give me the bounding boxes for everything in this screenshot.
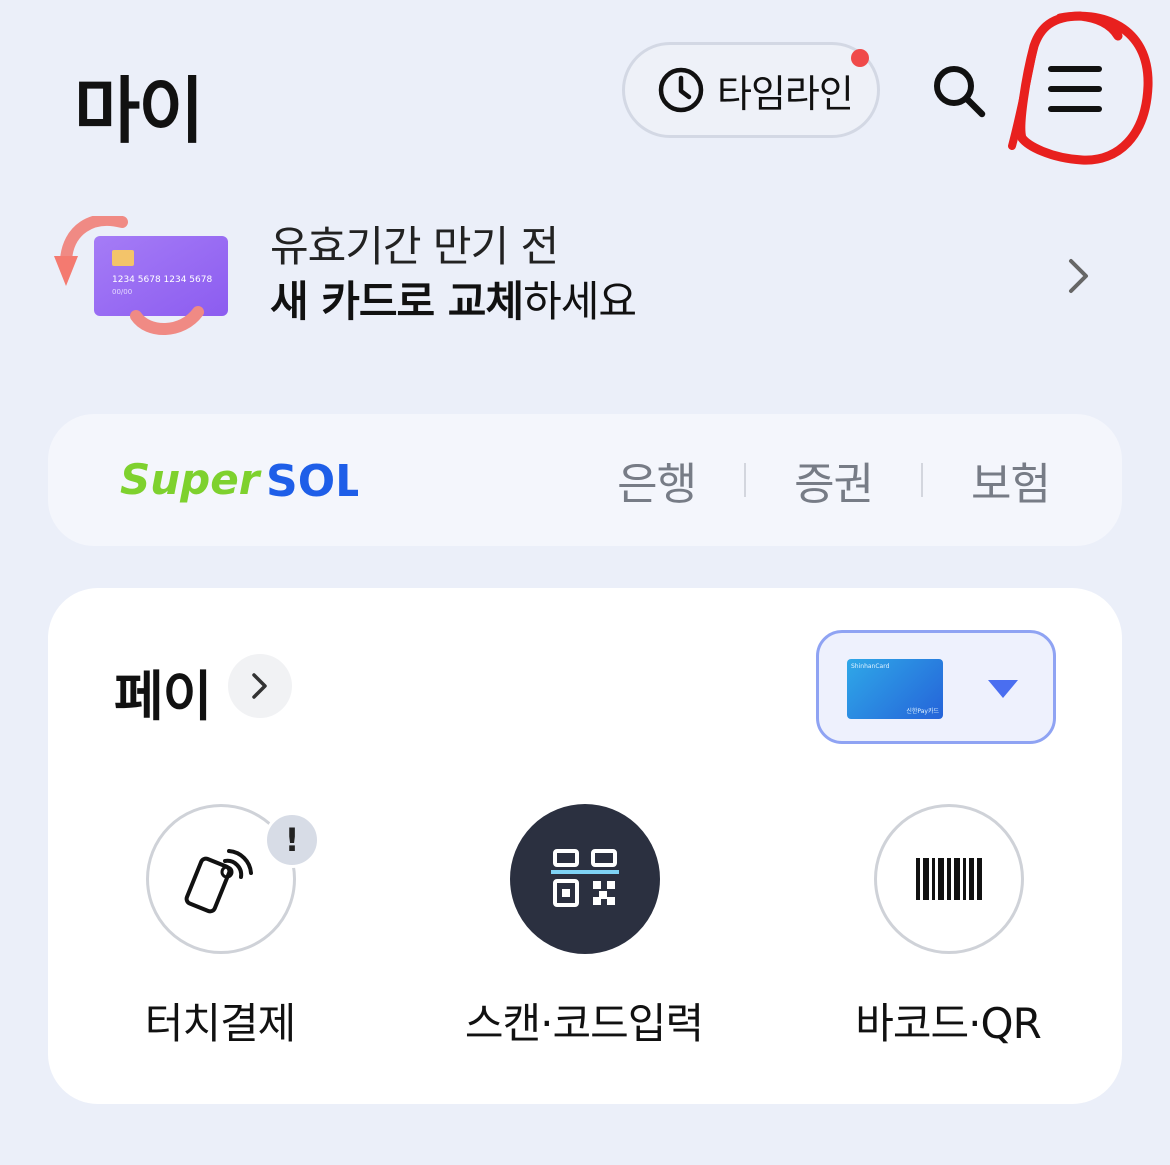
pay-title[interactable]: 페이 [114,652,212,731]
alert-badge: ! [264,812,320,868]
scan-code-circle [510,804,660,954]
link-securities[interactable]: 증권 [794,448,874,512]
scan-code-button[interactable]: 스캔·코드입력 [434,804,734,1054]
barcode-qr-circle [874,804,1024,954]
caret-down-icon [988,680,1018,698]
card-renewal-banner[interactable]: 1234 5678 1234 5678 00/00 유효기간 만기 전 새 카드… [52,210,1112,340]
pay-section: 페이 ShinhanCard 신한Pay카드 ! 터치결제 스캔·코드입력 바코… [48,588,1122,1104]
notification-dot [851,49,869,67]
divider [921,463,924,497]
barcode-qr-label: 바코드·QR [855,999,1042,1048]
banner-line2-bold: 새 카드로 교체 [270,277,524,326]
logo-super-text: Super [120,455,262,504]
card-expiry: 00/00 [112,288,132,296]
phone-nfc-icon [184,849,253,914]
link-insurance[interactable]: 보험 [971,448,1051,512]
banner-line2: 새 카드로 교체하세요 [270,274,637,330]
timeline-button[interactable]: 타임라인 [622,42,880,138]
card-number: 1234 5678 1234 5678 [112,275,212,285]
pay-more-button[interactable] [228,654,292,718]
touch-payment-label: 터치결제 [144,999,297,1048]
touch-payment-button[interactable]: ! 터치결제 [70,804,370,1054]
search-icon[interactable] [928,60,988,120]
chevron-right-icon [252,673,267,699]
supersol-logo[interactable]: Super SOL [118,450,358,514]
supersol-links: 은행 증권 보험 [617,414,1051,546]
selected-card-image: ShinhanCard 신한Pay카드 [847,659,943,719]
card-renewal-illustration: 1234 5678 1234 5678 00/00 [54,216,228,335]
scan-code-label: 스캔·코드입력 [464,999,704,1048]
card-selector-dropdown[interactable]: ShinhanCard 신한Pay카드 [816,630,1056,744]
chevron-right-icon [1069,259,1088,293]
barcode-icon [916,858,982,900]
hamburger-menu-icon[interactable] [1046,62,1104,116]
banner-line1: 유효기간 만기 전 [270,222,559,271]
divider [744,463,747,497]
qr-scan-icon [551,849,619,907]
card-brand: ShinhanCard [851,663,890,670]
page-title: 마이 [74,69,204,153]
logo-sol-text: SOL [266,456,358,507]
banner-line2-rest: 하세요 [523,277,637,326]
banner-text: 유효기간 만기 전 새 카드로 교체하세요 [270,220,637,330]
supersol-panel: Super SOL 은행 증권 보험 [48,414,1122,546]
card-pay-label: 신한Pay카드 [906,708,939,715]
page: 마이 타임라인 1234 5678 1234 5678 00/00 유효기간 만… [0,0,1170,1165]
clock-icon [658,67,704,113]
timeline-label: 타임라인 [717,71,854,116]
barcode-qr-button[interactable]: 바코드·QR [798,804,1098,1054]
link-bank[interactable]: 은행 [617,448,697,512]
